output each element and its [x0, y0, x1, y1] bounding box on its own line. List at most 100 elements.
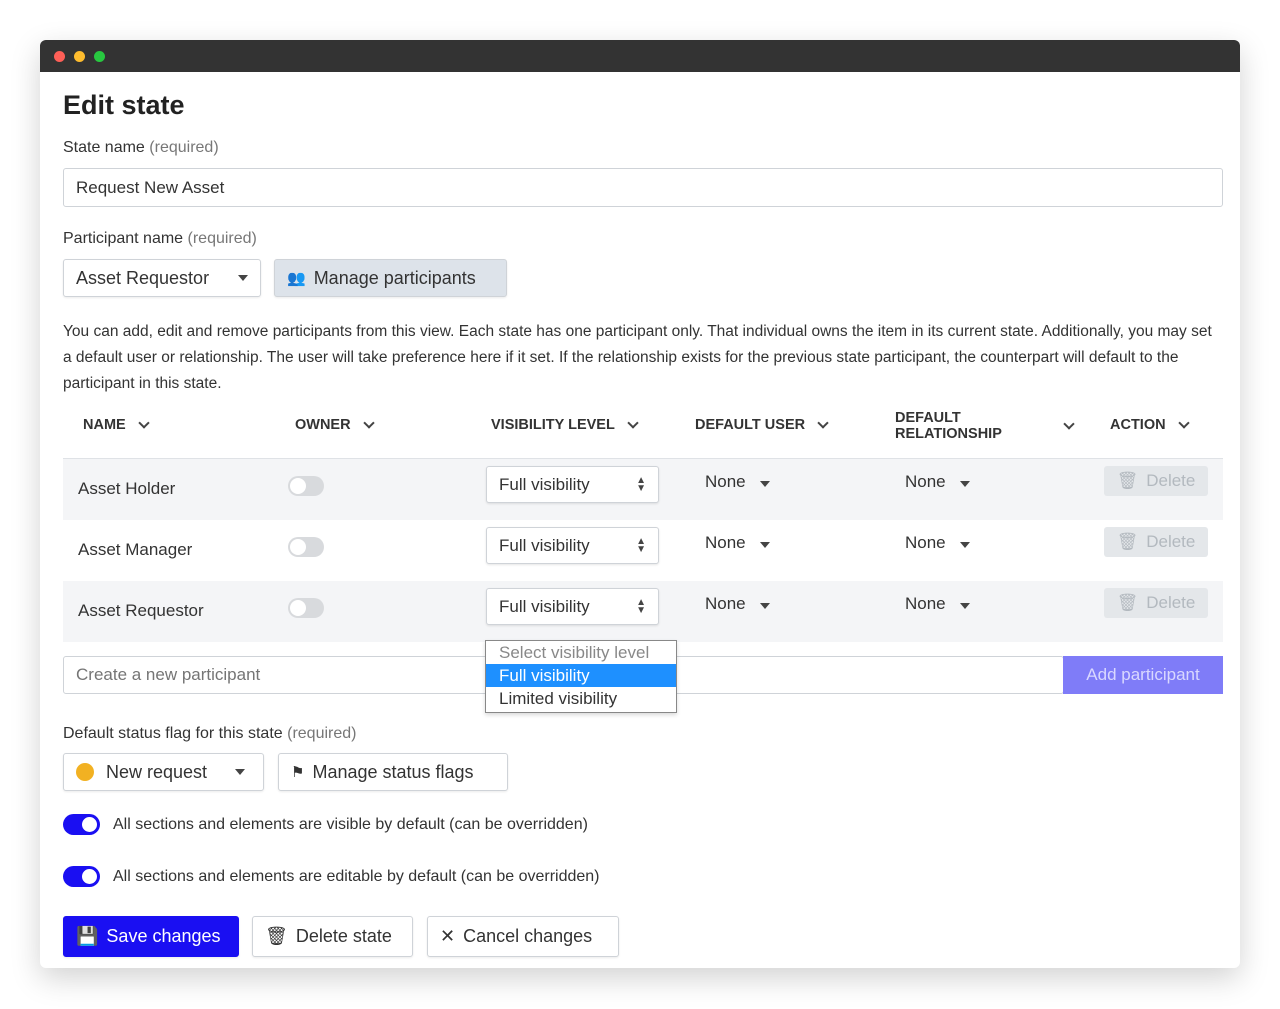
- table-row: Asset Holder Full visibility ▲ ▼ None None…: [63, 459, 1223, 520]
- state-name-label: State name (required): [63, 139, 219, 157]
- header-default-relationship[interactable]: DEFAULT RELATIONSHIP: [895, 410, 1075, 442]
- header-action[interactable]: ACTION: [1110, 417, 1190, 433]
- participant-name-label: Participant name (required): [63, 230, 257, 248]
- chevron-down-icon: [362, 417, 375, 429]
- chevron-down-icon: [1063, 418, 1075, 430]
- trash-icon: 🗑: [1116, 471, 1139, 490]
- required-hint: (required): [187, 230, 257, 247]
- window-titlebar: [40, 40, 1240, 72]
- delete-state-button[interactable]: 🗑 Delete state: [252, 916, 413, 957]
- visibility-dropdown-menu: Select visibility level Full visibility …: [485, 640, 677, 713]
- state-name-input[interactable]: Request New Asset: [63, 168, 1223, 207]
- select-value: None: [905, 533, 946, 552]
- delete-button[interactable]: 🗑 Delete: [1104, 527, 1208, 557]
- label-text: State name: [63, 139, 145, 156]
- trash-icon: 🗑: [1116, 593, 1139, 612]
- trash-icon: 🗑: [265, 926, 288, 946]
- default-user-select[interactable]: None: [705, 472, 770, 492]
- header-name[interactable]: NAME: [83, 417, 150, 433]
- cancel-changes-button[interactable]: ✕ Cancel changes: [427, 916, 619, 957]
- default-relationship-select[interactable]: None: [905, 533, 970, 553]
- visibility-select[interactable]: Full visibility ▲ ▼: [486, 588, 659, 625]
- default-user-select[interactable]: None: [705, 594, 770, 614]
- users-icon: 👥: [287, 270, 306, 287]
- toggle-label: All sections and elements are editable b…: [113, 868, 600, 885]
- delete-button[interactable]: 🗑 Delete: [1104, 466, 1208, 496]
- add-participant-button[interactable]: Add participant: [1063, 656, 1223, 694]
- close-window-button[interactable]: [54, 51, 65, 62]
- dropdown-option[interactable]: Limited visibility: [486, 687, 676, 710]
- flag-icon: ⚑: [291, 764, 305, 781]
- caret-down-icon: [759, 542, 770, 548]
- default-user-select[interactable]: None: [705, 533, 770, 553]
- caret-down-icon: [759, 481, 770, 487]
- participant-selected-value: Asset Requestor: [76, 267, 210, 288]
- participants-description: You can add, edit and remove participant…: [63, 323, 1212, 392]
- default-relationship-select[interactable]: None: [905, 594, 970, 614]
- caret-down-icon: [235, 769, 246, 775]
- sort-arrows-icon: ▲ ▼: [636, 597, 646, 616]
- header-label: NAME: [83, 417, 126, 433]
- select-value: None: [705, 533, 746, 552]
- default-relationship-select[interactable]: None: [905, 472, 970, 492]
- save-icon: 💾: [76, 926, 99, 946]
- visible-by-default-toggle[interactable]: [63, 814, 100, 835]
- caret-down-icon: [959, 603, 970, 609]
- table-row: Asset Requestor Full visibility ▲ ▼ None N…: [63, 581, 1223, 642]
- editable-by-default-toggle[interactable]: [63, 866, 100, 887]
- participant-select[interactable]: Asset Requestor: [63, 259, 261, 297]
- button-label: Delete: [1146, 593, 1196, 612]
- button-label: Cancel changes: [463, 926, 593, 946]
- chevron-down-icon: [1177, 417, 1190, 429]
- button-label: Manage participants: [313, 267, 476, 288]
- visibility-select[interactable]: Full visibility ▲ ▼: [486, 527, 659, 564]
- select-value: Full visibility: [499, 596, 590, 616]
- select-value: Full visibility: [499, 535, 590, 555]
- owner-toggle[interactable]: [288, 537, 324, 557]
- header-label: OWNER: [295, 417, 351, 433]
- page-title: Edit state: [63, 90, 185, 120]
- owner-toggle[interactable]: [288, 598, 324, 618]
- header-owner[interactable]: OWNER: [295, 417, 375, 433]
- header-label: VISIBILITY LEVEL: [491, 417, 615, 433]
- select-value: Full visibility: [499, 474, 590, 494]
- dropdown-option-selected[interactable]: Full visibility: [486, 664, 676, 687]
- caret-down-icon: [238, 275, 248, 281]
- header-label: DEFAULT USER: [695, 417, 806, 433]
- dropdown-option[interactable]: Select visibility level: [486, 641, 676, 664]
- caret-down-icon: [959, 542, 970, 548]
- chevron-down-icon: [817, 417, 829, 429]
- chevron-down-icon: [627, 417, 639, 429]
- button-label: Manage status flags: [312, 761, 474, 782]
- status-dot-icon: [76, 763, 94, 781]
- label-text: Default status flag for this state: [63, 725, 283, 742]
- status-flag-label: Default status flag for this state (requ…: [63, 725, 356, 743]
- header-default-user[interactable]: DEFAULT USER: [695, 417, 829, 433]
- label-text: Participant name: [63, 230, 184, 247]
- minimize-window-button[interactable]: [74, 51, 85, 62]
- button-label: Delete: [1146, 532, 1196, 551]
- save-changes-button[interactable]: 💾 Save changes: [63, 916, 239, 957]
- select-value: New request: [106, 761, 208, 782]
- maximize-window-button[interactable]: [94, 51, 105, 62]
- select-value: None: [905, 472, 946, 491]
- select-value: None: [705, 594, 746, 613]
- close-icon: ✕: [440, 926, 456, 946]
- manage-status-flags-button[interactable]: ⚑ Manage status flags: [278, 753, 508, 791]
- required-hint: (required): [149, 139, 219, 156]
- select-value: None: [905, 594, 946, 613]
- manage-participants-button[interactable]: 👥 Manage participants: [274, 259, 507, 297]
- toggle-label: All sections and elements are visible by…: [113, 816, 588, 833]
- caret-down-icon: [759, 603, 770, 609]
- button-label: Delete: [1146, 471, 1196, 490]
- owner-toggle[interactable]: [288, 476, 324, 496]
- visibility-select[interactable]: Full visibility ▲ ▼: [486, 466, 659, 503]
- status-flag-select[interactable]: New request: [63, 753, 264, 791]
- header-label: DEFAULT RELATIONSHIP: [895, 410, 1002, 442]
- table-row: Asset Manager Full visibility ▲ ▼ None Non…: [63, 520, 1223, 581]
- header-visibility-level[interactable]: VISIBILITY LEVEL: [491, 417, 639, 433]
- delete-button[interactable]: 🗑 Delete: [1104, 588, 1208, 618]
- chevron-down-icon: [138, 417, 150, 429]
- button-label: Save changes: [106, 926, 221, 946]
- sort-arrows-icon: ▲ ▼: [636, 536, 646, 555]
